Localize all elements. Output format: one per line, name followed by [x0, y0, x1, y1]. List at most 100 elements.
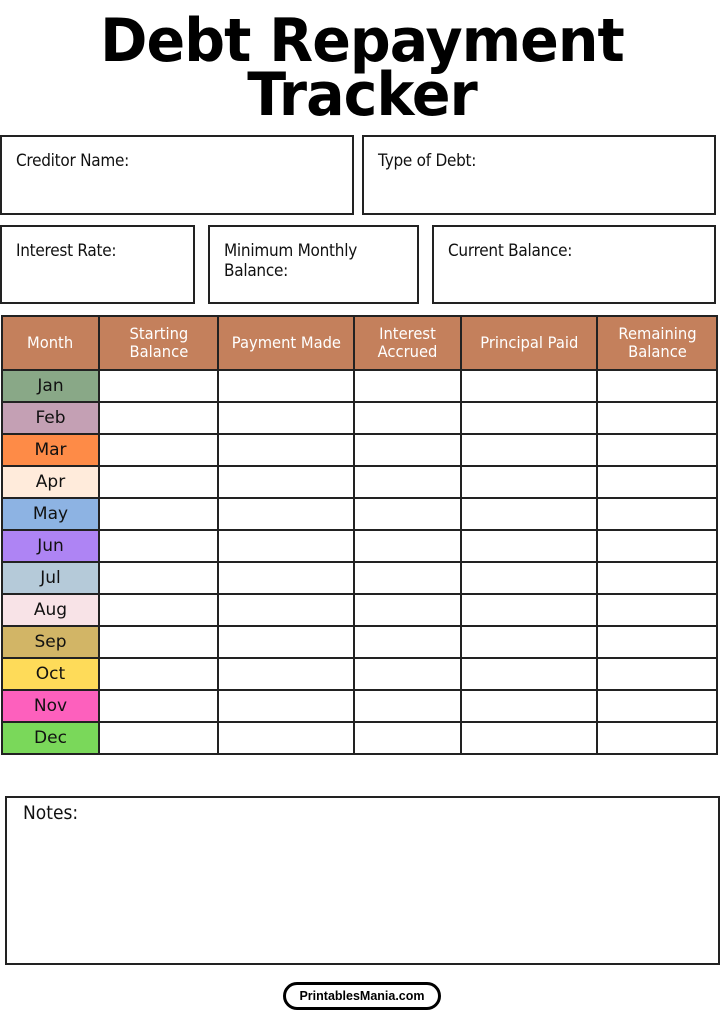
starting-balance-cell[interactable] [98, 721, 219, 755]
payment-made-cell[interactable] [217, 561, 355, 595]
starting-balance-cell[interactable] [98, 593, 219, 627]
table-row: Aug [1, 593, 718, 627]
minimum-monthly-balance-field[interactable]: Minimum Monthly Balance: [208, 225, 419, 304]
minimum-monthly-balance-label: Minimum Monthly Balance: [224, 241, 357, 281]
remaining-balance-cell[interactable] [596, 721, 718, 755]
column-header-label: Interest Accrued [377, 324, 438, 361]
column-header-interest-accrued: Interest Accrued [353, 315, 462, 371]
notes-box[interactable]: Notes: [5, 796, 720, 965]
remaining-balance-cell[interactable] [596, 497, 718, 531]
principal-paid-cell[interactable] [460, 433, 598, 467]
interest-accrued-cell[interactable] [353, 465, 462, 499]
remaining-balance-cell[interactable] [596, 529, 718, 563]
creditor-name-label: Creditor Name: [16, 151, 130, 171]
interest-accrued-cell[interactable] [353, 625, 462, 659]
month-cell: Jul [1, 561, 100, 595]
month-cell: Aug [1, 593, 100, 627]
month-cell: Dec [1, 721, 100, 755]
interest-accrued-cell[interactable] [353, 561, 462, 595]
column-header-payment-made: Payment Made [217, 315, 355, 371]
payment-made-cell[interactable] [217, 689, 355, 723]
table-header-row: Month Starting Balance Payment Made Inte… [1, 315, 718, 371]
principal-paid-cell[interactable] [460, 721, 598, 755]
remaining-balance-cell[interactable] [596, 401, 718, 435]
principal-paid-cell[interactable] [460, 401, 598, 435]
month-cell: Sep [1, 625, 100, 659]
remaining-balance-cell[interactable] [596, 593, 718, 627]
table-row: Apr [1, 465, 718, 499]
current-balance-field[interactable]: Current Balance: [432, 225, 716, 304]
principal-paid-cell[interactable] [460, 497, 598, 531]
table-row: May [1, 497, 718, 531]
starting-balance-cell[interactable] [98, 529, 219, 563]
principal-paid-cell[interactable] [460, 625, 598, 659]
payment-made-cell[interactable] [217, 529, 355, 563]
payment-made-cell[interactable] [217, 593, 355, 627]
title-line-2: Tracker [247, 60, 477, 130]
remaining-balance-cell[interactable] [596, 465, 718, 499]
remaining-balance-cell[interactable] [596, 433, 718, 467]
remaining-balance-cell[interactable] [596, 369, 718, 403]
starting-balance-cell[interactable] [98, 625, 219, 659]
principal-paid-cell[interactable] [460, 369, 598, 403]
principal-paid-cell[interactable] [460, 657, 598, 691]
page-title: Debt Repayment Tracker [18, 11, 706, 130]
column-header-label: Month [27, 333, 74, 352]
remaining-balance-cell[interactable] [596, 657, 718, 691]
payment-made-cell[interactable] [217, 497, 355, 531]
starting-balance-cell[interactable] [98, 497, 219, 531]
column-header-label: Remaining Balance [617, 324, 697, 361]
month-cell: Jan [1, 369, 100, 403]
starting-balance-cell[interactable] [98, 561, 219, 595]
table-row: Jun [1, 529, 718, 563]
starting-balance-cell[interactable] [98, 401, 219, 435]
table-row: Feb [1, 401, 718, 435]
interest-accrued-cell[interactable] [353, 497, 462, 531]
month-cell: Jun [1, 529, 100, 563]
interest-rate-label: Interest Rate: [16, 241, 117, 261]
payment-made-cell[interactable] [217, 721, 355, 755]
interest-accrued-cell[interactable] [353, 689, 462, 723]
interest-accrued-cell[interactable] [353, 433, 462, 467]
table-row: Nov [1, 689, 718, 723]
principal-paid-cell[interactable] [460, 593, 598, 627]
payment-made-cell[interactable] [217, 433, 355, 467]
principal-paid-cell[interactable] [460, 561, 598, 595]
notes-label: Notes: [23, 802, 79, 824]
column-header-remaining-balance: Remaining Balance [596, 315, 718, 371]
column-header-month: Month [1, 315, 100, 371]
remaining-balance-cell[interactable] [596, 625, 718, 659]
month-cell: Nov [1, 689, 100, 723]
starting-balance-cell[interactable] [98, 465, 219, 499]
interest-rate-field[interactable]: Interest Rate: [0, 225, 195, 304]
site-badge: PrintablesMania.com [283, 982, 441, 1010]
interest-accrued-cell[interactable] [353, 401, 462, 435]
principal-paid-cell[interactable] [460, 465, 598, 499]
interest-accrued-cell[interactable] [353, 721, 462, 755]
month-cell: Apr [1, 465, 100, 499]
starting-balance-cell[interactable] [98, 433, 219, 467]
column-header-principal-paid: Principal Paid [460, 315, 598, 371]
interest-accrued-cell[interactable] [353, 369, 462, 403]
table-row: Sep [1, 625, 718, 659]
payment-made-cell[interactable] [217, 369, 355, 403]
interest-accrued-cell[interactable] [353, 529, 462, 563]
principal-paid-cell[interactable] [460, 689, 598, 723]
table-row: Mar [1, 433, 718, 467]
interest-accrued-cell[interactable] [353, 657, 462, 691]
payment-made-cell[interactable] [217, 465, 355, 499]
payment-made-cell[interactable] [217, 657, 355, 691]
payment-made-cell[interactable] [217, 625, 355, 659]
type-of-debt-label: Type of Debt: [378, 151, 477, 171]
starting-balance-cell[interactable] [98, 657, 219, 691]
month-cell: May [1, 497, 100, 531]
creditor-name-field[interactable]: Creditor Name: [0, 135, 354, 215]
starting-balance-cell[interactable] [98, 689, 219, 723]
interest-accrued-cell[interactable] [353, 593, 462, 627]
remaining-balance-cell[interactable] [596, 689, 718, 723]
payment-made-cell[interactable] [217, 401, 355, 435]
type-of-debt-field[interactable]: Type of Debt: [362, 135, 716, 215]
remaining-balance-cell[interactable] [596, 561, 718, 595]
principal-paid-cell[interactable] [460, 529, 598, 563]
starting-balance-cell[interactable] [98, 369, 219, 403]
